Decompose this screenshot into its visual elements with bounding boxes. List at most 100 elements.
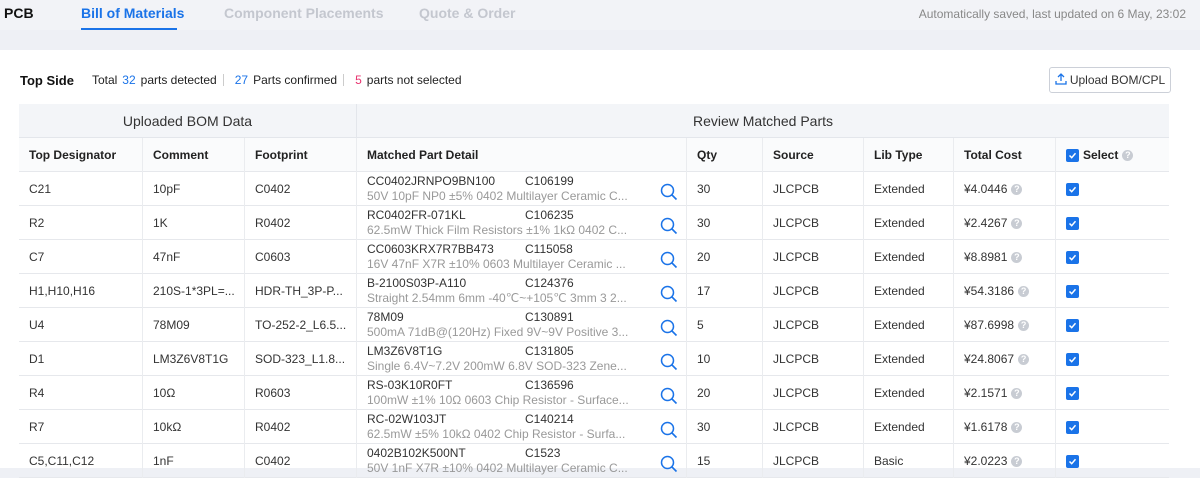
bom-table: Uploaded BOM Data Review Matched Parts T… <box>19 104 1169 478</box>
row-select-checkbox[interactable] <box>1066 420 1079 434</box>
help-icon[interactable]: ? <box>1011 387 1023 399</box>
designator-cell: D1 <box>19 342 143 376</box>
select-cell <box>1056 444 1169 478</box>
help-icon[interactable]: ? <box>1122 149 1134 161</box>
group-review-matched: Review Matched Parts <box>692 113 834 129</box>
help-icon[interactable]: ? <box>1011 217 1023 229</box>
matched-part-cell[interactable]: 0402B102K500NT C1523 50V 1nF X7R ±10% 04… <box>357 444 687 478</box>
part-description: 50V 10pF NP0 ±5% 0402 Multilayer Ceramic… <box>367 189 628 203</box>
table-row[interactable]: C21 10pF C0402 CC0402JRNPO9BN100 C106199… <box>19 172 1169 206</box>
matched-part-cell[interactable]: RS-03K10R0FT C136596 100mW ±1% 10Ω 0603 … <box>357 376 687 410</box>
table-row[interactable]: R4 10Ω R0603 RS-03K10R0FT C136596 100mW … <box>19 376 1169 410</box>
comment-cell: 1K <box>143 206 245 240</box>
cost-value: ¥4.0446 <box>964 182 1008 196</box>
upload-icon <box>1055 72 1067 88</box>
table-row[interactable]: U4 78M09 TO-252-2_L6.5... 78M09 C130891 … <box>19 308 1169 342</box>
search-icon[interactable] <box>660 217 678 235</box>
select-cell <box>1056 410 1169 444</box>
row-select-checkbox[interactable] <box>1066 318 1079 332</box>
lcsc-code: C115058 <box>525 242 573 256</box>
matched-part-cell[interactable]: 78M09 C130891 500mA 71dB@(120Hz) Fixed 9… <box>357 308 687 342</box>
matched-part-cell[interactable]: LM3Z6V8T1G C131805 Single 6.4V~7.2V 200m… <box>357 342 687 376</box>
cost-value: ¥54.3186 <box>964 284 1015 298</box>
designator-cell: H1,H10,H16 <box>19 274 143 308</box>
designator-cell: C5,C11,C12 <box>19 444 143 478</box>
row-select-checkbox[interactable] <box>1066 386 1079 400</box>
lib-type-cell: Extended <box>864 342 954 376</box>
confirmed-label: Parts confirmed <box>253 73 338 87</box>
part-number: B-2100S03P-A110 <box>367 276 467 290</box>
matched-part-cell[interactable]: RC0402FR-071KL C106235 62.5mW Thick Film… <box>357 206 687 240</box>
cost-value: ¥8.8981 <box>964 250 1008 264</box>
tab-quote-order[interactable]: Quote & Order <box>419 5 515 21</box>
help-icon[interactable]: ? <box>1018 319 1030 331</box>
designator-cell: C7 <box>19 240 143 274</box>
help-icon[interactable]: ? <box>1011 183 1023 195</box>
select-all-checkbox[interactable] <box>1066 148 1079 162</box>
select-label: Select <box>1083 148 1119 162</box>
col-designator: Top Designator <box>19 138 143 172</box>
search-icon[interactable] <box>660 455 678 473</box>
search-icon[interactable] <box>660 387 678 405</box>
side-title: Top Side <box>20 72 74 88</box>
part-number: RC0402FR-071KL <box>367 208 466 222</box>
tab-pcb[interactable]: PCB <box>4 5 34 21</box>
table-row[interactable]: R2 1K R0402 RC0402FR-071KL C106235 62.5m… <box>19 206 1169 240</box>
comment-cell: 10pF <box>143 172 245 206</box>
help-icon[interactable]: ? <box>1011 251 1023 263</box>
table-row[interactable]: C5,C11,C12 1nF C0402 0402B102K500NT C152… <box>19 444 1169 478</box>
help-icon[interactable]: ? <box>1011 421 1023 433</box>
comment-cell: 210S-1*3PL=... <box>143 274 245 308</box>
search-icon[interactable] <box>660 421 678 439</box>
row-select-checkbox[interactable] <box>1066 284 1079 298</box>
tab-component-placements[interactable]: Component Placements <box>224 5 383 21</box>
upload-bom-cpl-button[interactable]: Upload BOM/CPL <box>1049 67 1171 93</box>
cost-value: ¥2.0223 <box>964 454 1008 468</box>
total-cost-cell: ¥54.3186 ? <box>954 274 1056 308</box>
table-row[interactable]: D1 LM3Z6V8T1G SOD-323_L1.8... LM3Z6V8T1G… <box>19 342 1169 376</box>
search-icon[interactable] <box>660 319 678 337</box>
col-lib-type: Lib Type <box>864 138 954 172</box>
footprint-cell: C0603 <box>245 240 357 274</box>
row-select-checkbox[interactable] <box>1066 182 1079 196</box>
cost-value: ¥2.4267 <box>964 216 1008 230</box>
matched-part-cell[interactable]: B-2100S03P-A110 C124376 Straight 2.54mm … <box>357 274 687 308</box>
select-cell <box>1056 206 1169 240</box>
qty-cell: 30 <box>687 172 763 206</box>
footprint-cell: R0402 <box>245 410 357 444</box>
search-icon[interactable] <box>660 183 678 201</box>
row-select-checkbox[interactable] <box>1066 216 1079 230</box>
upload-button-label: Upload BOM/CPL <box>1069 73 1166 87</box>
designator-cell: R2 <box>19 206 143 240</box>
table-row[interactable]: H1,H10,H16 210S-1*3PL=... HDR-TH_3P-P...… <box>19 274 1169 308</box>
row-select-checkbox[interactable] <box>1066 454 1079 468</box>
footprint-cell: SOD-323_L1.8... <box>245 342 357 376</box>
search-icon[interactable] <box>660 251 678 269</box>
row-select-checkbox[interactable] <box>1066 250 1079 264</box>
qty-cell: 5 <box>687 308 763 342</box>
help-icon[interactable]: ? <box>1018 285 1030 297</box>
qty-cell: 30 <box>687 410 763 444</box>
matched-part-cell[interactable]: RC-02W103JT C140214 62.5mW ±5% 10kΩ 0402… <box>357 410 687 444</box>
total-cost-cell: ¥2.4267 ? <box>954 206 1056 240</box>
matched-part-cell[interactable]: CC0603KRX7R7BB473 C115058 16V 47nF X7R ±… <box>357 240 687 274</box>
help-icon[interactable]: ? <box>1011 455 1023 467</box>
table-row[interactable]: C7 47nF C0603 CC0603KRX7R7BB473 C115058 … <box>19 240 1169 274</box>
search-icon[interactable] <box>660 285 678 303</box>
help-icon[interactable]: ? <box>1018 353 1030 365</box>
matched-part-cell[interactable]: CC0402JRNPO9BN100 C106199 50V 10pF NP0 ±… <box>357 172 687 206</box>
tab-bill-of-materials[interactable]: Bill of Materials <box>81 5 184 21</box>
table-row[interactable]: R7 10kΩ R0402 RC-02W103JT C140214 62.5mW… <box>19 410 1169 444</box>
row-select-checkbox[interactable] <box>1066 352 1079 366</box>
part-number: 0402B102K500NT <box>367 446 466 460</box>
total-cost-cell: ¥1.6178 ? <box>954 410 1056 444</box>
summary-divider <box>343 74 345 86</box>
not-selected-label: parts not selected <box>366 73 462 87</box>
search-icon[interactable] <box>660 353 678 371</box>
lcsc-code: C1523 <box>525 446 561 460</box>
part-description: 50V 1nF X7R ±10% 0402 Multilayer Ceramic… <box>367 461 628 475</box>
col-total-cost: Total Cost <box>954 138 1056 172</box>
total-cost-cell: ¥87.6998 ? <box>954 308 1056 342</box>
col-select: Select ? <box>1056 138 1169 172</box>
cost-value: ¥1.6178 <box>964 420 1008 434</box>
